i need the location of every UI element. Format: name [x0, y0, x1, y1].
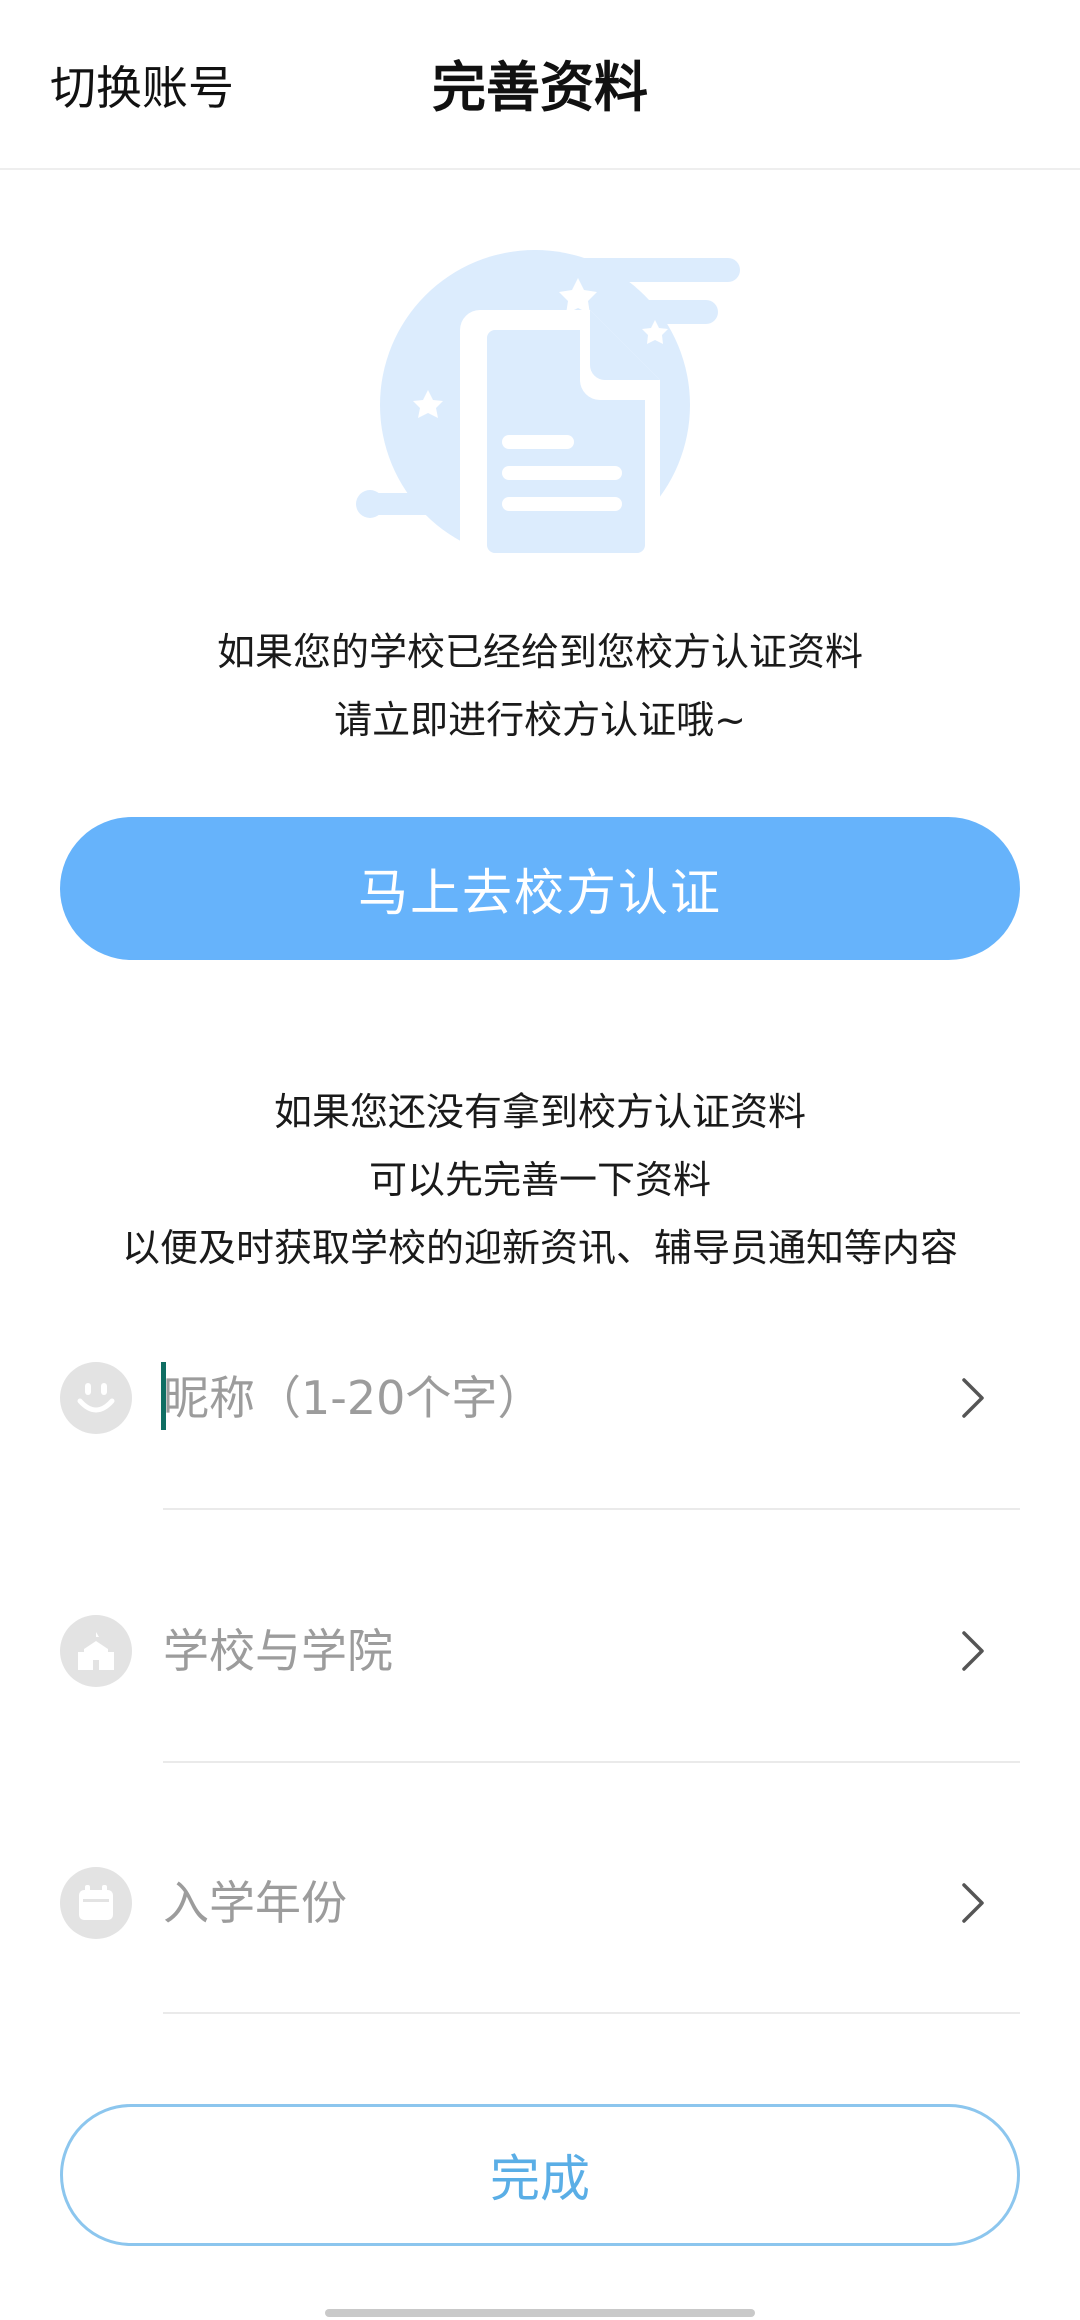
profile-intro: 如果您还没有拿到校方认证资料 可以先完善一下资料 以便及时获取学校的迎新资讯、辅…: [0, 1078, 1080, 1282]
school-icon: [60, 1615, 132, 1687]
smiley-icon: [60, 1362, 132, 1434]
profile-intro-line: 如果您还没有拿到校方认证资料: [273, 1090, 806, 1134]
divider: [163, 1761, 1020, 1763]
verify-intro-line: 请立即进行校方认证哦~: [334, 698, 746, 742]
document-illustration: [356, 250, 740, 570]
home-indicator[interactable]: [325, 2309, 755, 2317]
document-line: [502, 497, 622, 511]
navbar: 切换账号 完善资料: [0, 0, 1080, 170]
divider: [163, 2012, 1020, 2014]
illustration-dot: [356, 490, 384, 518]
enrollment-year-input[interactable]: 入学年份: [163, 1867, 347, 1939]
chevron-right-icon: [962, 1378, 984, 1418]
school-input[interactable]: 学校与学院: [163, 1615, 393, 1687]
enrollment-year-row[interactable]: 入学年份: [0, 1867, 1080, 2119]
document-line: [502, 435, 574, 449]
nickname-input[interactable]: 昵称（1-20个字）: [163, 1362, 543, 1434]
chevron-right-icon: [962, 1631, 984, 1671]
text-cursor: [161, 1362, 166, 1430]
profile-intro-line: 以便及时获取学校的迎新资讯、辅导员通知等内容: [121, 1226, 958, 1270]
illustration-speed-line-mid: [580, 300, 718, 324]
verify-intro-line: 如果您的学校已经给到您校方认证资料: [216, 630, 863, 674]
verify-intro: 如果您的学校已经给到您校方认证资料 请立即进行校方认证哦~: [0, 618, 1080, 754]
school-row[interactable]: 学校与学院: [0, 1615, 1080, 1867]
illustration-speed-line-top: [530, 258, 740, 282]
done-button[interactable]: 完成: [60, 2104, 1020, 2246]
chevron-right-icon: [962, 1883, 984, 1923]
document-line: [502, 466, 622, 480]
page-title: 完善资料: [432, 56, 648, 119]
profile-intro-line: 可以先完善一下资料: [368, 1158, 711, 1202]
divider: [163, 1508, 1020, 1510]
calendar-icon: [60, 1867, 132, 1939]
verify-school-button[interactable]: 马上去校方认证: [60, 817, 1020, 960]
